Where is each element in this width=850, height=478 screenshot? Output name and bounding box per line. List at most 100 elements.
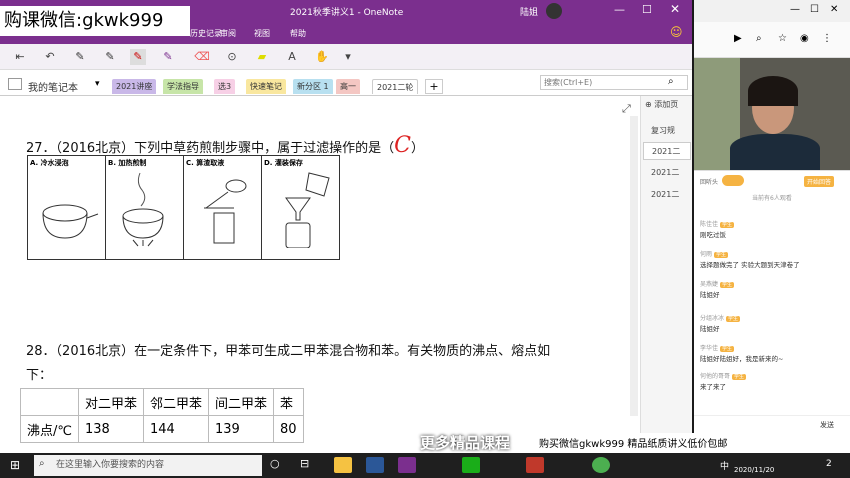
pen-red-icon[interactable]: ✎	[130, 49, 146, 65]
account-icon[interactable]: ◉	[800, 33, 809, 44]
onenote-icon[interactable]	[398, 457, 416, 473]
presenter-hair	[748, 76, 798, 106]
star-icon[interactable]: ☆	[778, 33, 787, 44]
onenote-window: 2021秋季讲义1 - OneNote 陆姐 — ☐ ✕ 历史记录 审阅 视图 …	[0, 0, 692, 453]
tab-view[interactable]: 视图	[254, 28, 270, 39]
draw-toolbar: ⇤ ↶ ✎ ✎ ✎ ✎ ⌫ ⊙ ▰ A ✋ ▾	[0, 44, 692, 70]
widgets-icon[interactable]: ⊟	[300, 457, 318, 473]
minimize-icon[interactable]: —	[614, 3, 625, 16]
table-cell: 对二甲苯	[77, 388, 145, 416]
search-input[interactable]	[540, 75, 688, 90]
back-icon[interactable]: ⇤	[12, 49, 28, 65]
highlighter-icon[interactable]: ▰	[254, 49, 270, 65]
table-cell: 144	[142, 415, 210, 443]
video-icon[interactable]: ▶	[734, 33, 742, 44]
more-icon[interactable]: ▾	[340, 49, 356, 65]
user-name[interactable]: 陆姐	[520, 5, 538, 18]
step-d: D. 灌装保存	[261, 155, 340, 260]
pen-dark-icon[interactable]: ✎	[102, 49, 118, 65]
section-tab-2021-second-round[interactable]: 2021二轮	[372, 79, 419, 94]
bottle-fill-icon	[285, 172, 330, 249]
notebook-name[interactable]: 我的笔记本	[28, 79, 78, 94]
ink-to-text-icon[interactable]: A	[284, 49, 300, 65]
pot-heat-icon	[122, 172, 164, 247]
section-tab-elective-3[interactable]: 选3	[214, 79, 236, 94]
window-title: 2021秋季讲义1 - OneNote	[290, 8, 404, 18]
eraser-icon[interactable]: ⌫	[194, 49, 210, 65]
start-answer-button[interactable]: 开始回答	[804, 176, 835, 187]
touch-draw-icon[interactable]: ✋	[314, 49, 330, 65]
tab-review[interactable]: 审阅	[220, 28, 236, 39]
close-icon[interactable]: ✕	[830, 4, 838, 15]
cam-titlebar: — ☐ ✕	[694, 0, 850, 22]
clock-date[interactable]: 2020/11/20	[734, 466, 774, 474]
page-canvas[interactable]: ⤢ 27．（2016北京）下列中草药煎制步骤中，属于过滤操作的是（C） A. 冷…	[0, 96, 640, 453]
boiling-point-table: 对二甲苯 邻二甲苯 间二甲苯 苯 沸点/℃ 138 144 139 80	[20, 388, 304, 443]
expand-icon[interactable]: ⤢	[622, 102, 631, 116]
app-icon[interactable]	[526, 457, 544, 473]
chat-message: 陈佳佳 学生 刚吃过饭	[700, 221, 735, 239]
zoom-icon[interactable]: ⌕	[756, 33, 762, 44]
chat-panel: 回听头 开始回答 当前有6人观看 陈佳佳 学生 刚吃过饭 何雨 学生 选择题做完了 实验…	[694, 170, 850, 453]
page-item[interactable]: 2021二	[643, 164, 691, 182]
q28-line2: 下：	[26, 368, 53, 383]
maximize-icon[interactable]: ☐	[810, 4, 819, 15]
lasso-icon[interactable]: ⊙	[224, 49, 240, 65]
smiley-icon[interactable]: ☺	[670, 25, 683, 39]
step-c: C. 箅渣取液	[183, 155, 262, 260]
minimize-icon[interactable]: —	[790, 4, 800, 15]
watermark-top: 购课微信:gkwk999	[0, 6, 190, 36]
send-button[interactable]: 发送	[820, 420, 834, 430]
file-explorer-icon[interactable]	[334, 457, 352, 473]
table-header-row: 对二甲苯 邻二甲苯 间二甲苯 苯	[20, 388, 304, 416]
table-row: 沸点/℃ 138 144 139 80	[20, 415, 304, 443]
wechat-icon[interactable]	[462, 457, 480, 473]
q27-answer: C	[394, 133, 411, 158]
table-cell: 沸点/℃	[20, 415, 79, 443]
notification-count[interactable]: 2	[826, 459, 832, 469]
add-section-icon[interactable]: +	[425, 79, 443, 94]
step-a: A. 冷水浸泡	[27, 155, 106, 260]
taskbar-search[interactable]: 在这里输入你要搜索的内容	[34, 455, 262, 476]
page-item[interactable]: 2021二	[643, 186, 691, 204]
close-icon[interactable]: ✕	[670, 2, 680, 16]
section-tab-2021-lecture[interactable]: 2021讲座	[112, 79, 157, 94]
add-page-button[interactable]: ⊕ 添加页	[645, 99, 678, 110]
menu-icon[interactable]: ⋮	[822, 33, 832, 44]
undo-icon[interactable]: ↶	[42, 49, 58, 65]
chat-message: 何他的哥哥 学生 来了来了	[700, 373, 747, 391]
page-item[interactable]: 2021二	[643, 142, 691, 160]
pen-purple-icon[interactable]: ✎	[160, 49, 176, 65]
chat-messages: 陈佳佳 学生 刚吃过饭 何雨 学生 选择题做完了 实验大题到天津卷了 吴燕婕 学生 陆姐好 …	[700, 219, 844, 397]
table-cell: 邻二甲苯	[142, 388, 210, 416]
ime-indicator[interactable]: 中	[720, 459, 729, 472]
q28-line1: 28．（2016北京）在一定条件下，甲苯可生成二甲苯混合物和苯。有关物质的沸点、…	[26, 344, 551, 359]
section-tab-new-section-1[interactable]: 新分区 1	[293, 79, 333, 94]
q27-text: 27．（2016北京）下列中草药煎制步骤中，属于过滤操作的是（	[26, 141, 395, 156]
search-icon[interactable]: ⌕	[668, 76, 674, 87]
chevron-down-icon[interactable]: ▾	[95, 79, 100, 89]
user-avatar[interactable]	[546, 3, 562, 19]
task-view-icon[interactable]: ○	[270, 457, 288, 473]
pen-black-icon[interactable]: ✎	[72, 49, 88, 65]
word-icon[interactable]	[366, 457, 384, 473]
tab-help[interactable]: 帮助	[290, 28, 306, 39]
windows-start-icon[interactable]: ⊞	[10, 458, 20, 472]
toggle-switch[interactable]	[722, 175, 744, 186]
table-cell: 80	[273, 415, 304, 443]
notebook-icon	[8, 78, 22, 90]
section-tab-grade-10[interactable]: 高一	[336, 79, 360, 94]
filter-icon	[204, 179, 247, 244]
table-cell	[20, 388, 79, 416]
page-item[interactable]: 复习规	[643, 122, 691, 140]
chat-message: 吴燕婕 学生 陆姐好	[700, 281, 735, 299]
vertical-scrollbar[interactable]	[630, 116, 638, 416]
maximize-icon[interactable]: ☐	[642, 3, 652, 16]
section-tab-study-guide[interactable]: 学法指导	[163, 79, 203, 94]
q27-steps-figure: A. 冷水浸泡 B. 加热煎制 C. 箅渣取液 D. 灌装保存	[27, 155, 340, 260]
tab-history[interactable]: 历史记录	[190, 28, 222, 39]
video-caption: 更多精品课程	[420, 434, 511, 452]
pot-soak-icon	[42, 204, 99, 239]
section-tab-quick-notes[interactable]: 快速笔记	[246, 79, 286, 94]
chrome-icon[interactable]	[592, 457, 610, 473]
